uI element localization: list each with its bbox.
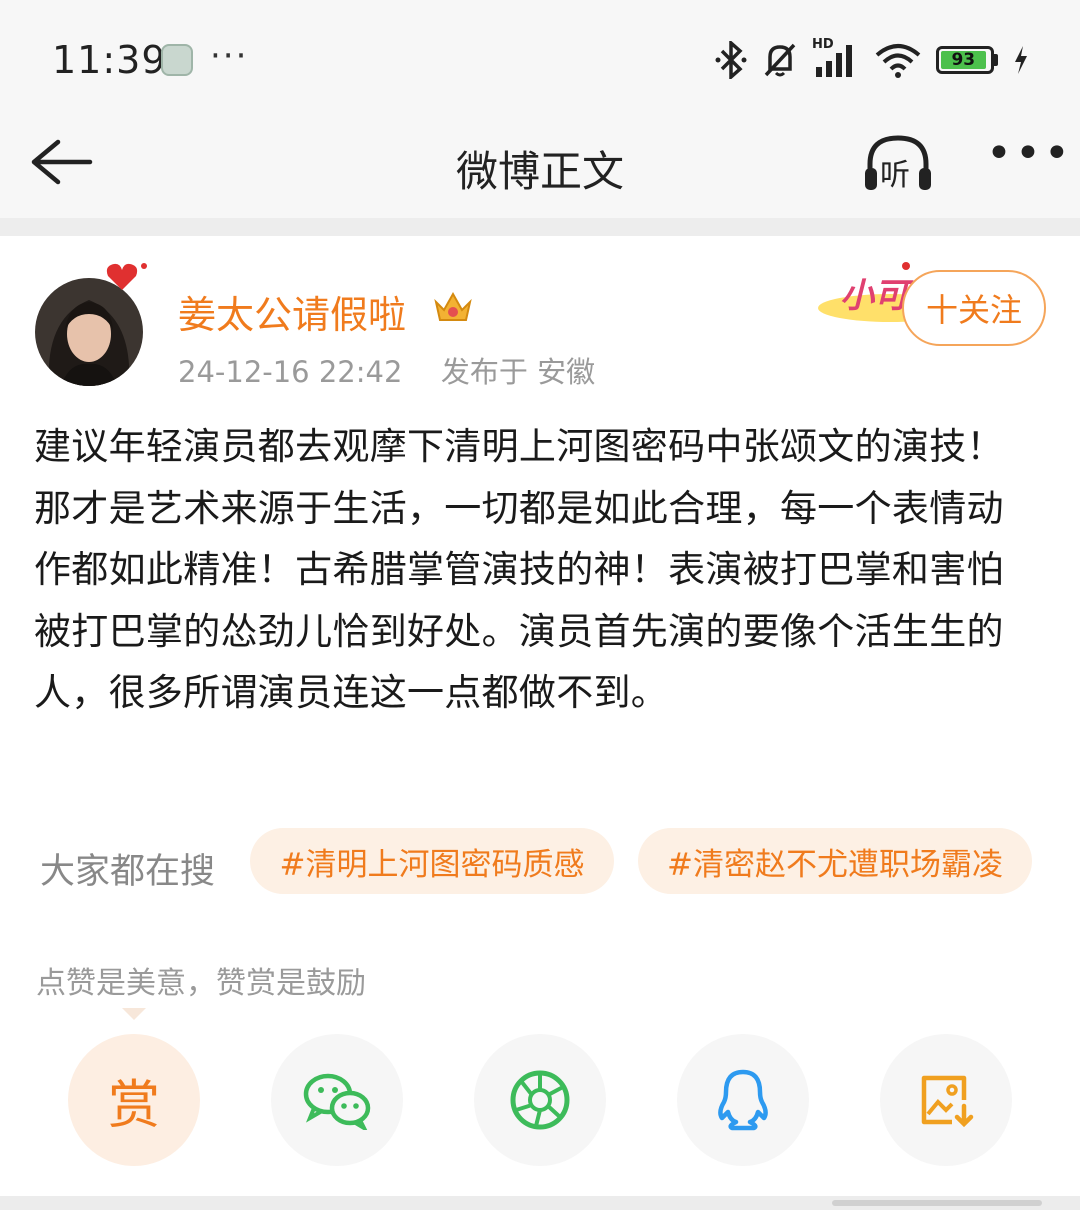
wechat-icon [303,1073,371,1130]
hashtag-pill[interactable]: #清密赵不尤遭职场霸凌 [638,828,1032,894]
moments-icon [510,1070,570,1130]
post-meta: 24-12-16 22:42 发布于 安徽 [178,349,595,391]
hashtag-pill[interactable]: #清明上河图密码质感 [250,828,614,894]
author-name[interactable]: 姜太公请假啦 [178,284,406,339]
reward-button[interactable]: 赏 [68,1034,200,1166]
wifi-icon [875,44,921,78]
share-wechat-button[interactable] [271,1034,403,1166]
section-divider [0,218,1080,236]
heart-decoration-icon [106,263,147,290]
follow-button[interactable]: 十关注 [902,270,1046,346]
listen-label: 听 [880,158,910,193]
status-time: 11:39 [52,38,167,82]
qq-icon [718,1069,768,1131]
share-moments-button[interactable] [474,1034,606,1166]
status-bar: 11:39 ··· HD 93 [0,0,1080,110]
status-more-icon: ··· [210,36,249,76]
app-notification-icon [161,44,193,76]
save-image-icon [921,1075,974,1128]
mute-bell-icon [764,43,796,77]
share-qq-button[interactable] [677,1034,809,1166]
status-indicators: HD 93 [714,37,1030,80]
charging-icon [1015,46,1027,74]
listen-button[interactable]: 听 [860,128,936,198]
battery-level: 93 [941,50,986,70]
home-indicator [832,1200,1042,1206]
post-timestamp: 24-12-16 22:42 [178,355,403,389]
weibo-post: 姜太公请假啦 24-12-16 22:42 发布于 安徽 小可 十关注 建议年轻… [0,236,1080,1210]
post-location: 发布于 安徽 [440,355,596,389]
trending-search-label: 大家都在搜 [40,852,216,892]
crown-badge-icon [434,291,472,321]
bluetooth-icon [715,41,747,79]
reward-hint: 点赞是美意，赞赏是鼓励 [36,966,366,1001]
save-image-button[interactable] [880,1034,1012,1166]
nav-bar: 微博正文 听 ••• [0,110,1080,218]
hint-caret [122,1008,146,1020]
more-options-button[interactable]: ••• [986,128,1073,179]
post-content: 建议年轻演员都去观摩下清明上河图密码中张颂文的演技！那才是艺术来源于生活，一切都… [34,425,1004,714]
cellular-signal-icon: HD [812,37,860,79]
battery-indicator: 93 [936,46,998,74]
follow-decoration-text: 小可 [840,276,908,316]
